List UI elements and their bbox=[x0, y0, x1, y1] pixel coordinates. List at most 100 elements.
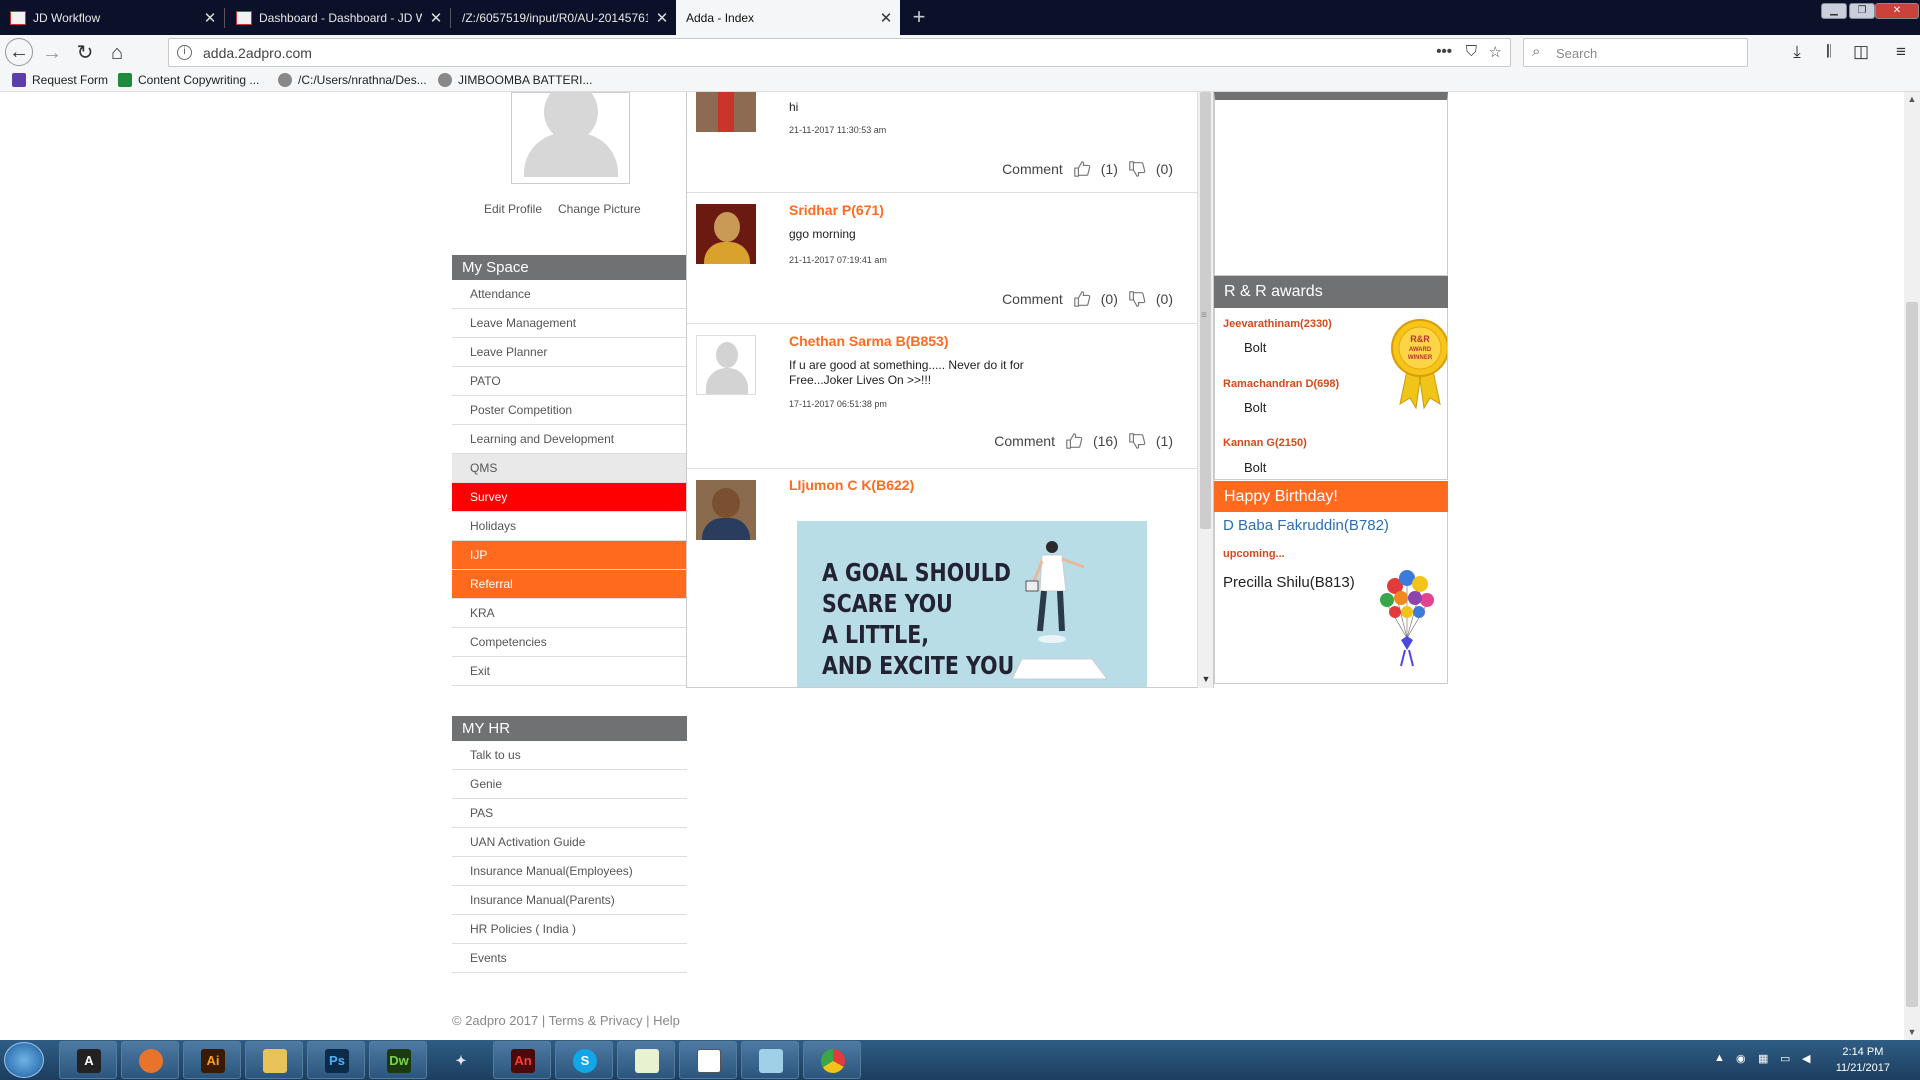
edit-profile-link[interactable]: Edit Profile bbox=[484, 202, 542, 216]
bookmark-jimboomba[interactable]: JIMBOOMBA BATTERI... bbox=[438, 73, 592, 87]
bookmark-star-icon[interactable]: ☆ bbox=[1489, 43, 1502, 61]
user-avatar[interactable] bbox=[696, 335, 756, 395]
menu-hamburger-icon[interactable]: ≡ bbox=[1887, 38, 1915, 66]
taskbar-explorer[interactable] bbox=[245, 1041, 303, 1079]
back-arrow-icon[interactable]: ← bbox=[5, 38, 33, 66]
taskbar-photoshop[interactable]: Ps bbox=[307, 1041, 365, 1079]
maximize-icon[interactable]: ❐ bbox=[1849, 3, 1875, 19]
feed-scrollbar[interactable]: ≡ ▼ bbox=[1197, 92, 1213, 688]
menu-qms[interactable]: QMS bbox=[452, 454, 687, 483]
menu-leave-management[interactable]: Leave Management bbox=[452, 309, 687, 338]
menu-events[interactable]: Events bbox=[452, 944, 687, 973]
activity-feed[interactable]: hi 21-11-2017 11:30:53 am Comment (1) (0… bbox=[686, 92, 1214, 688]
tab-jd-workflow[interactable]: JD Workflow ✕ bbox=[0, 0, 224, 35]
tray-chrome-icon[interactable]: ◉ bbox=[1736, 1052, 1750, 1066]
birthday-upcoming-name[interactable]: Precilla Shilu(B813) bbox=[1223, 574, 1355, 591]
menu-holidays[interactable]: Holidays bbox=[452, 512, 687, 541]
taskbar-animate[interactable]: An bbox=[493, 1041, 551, 1079]
scroll-down-arrow-icon[interactable]: ▼ bbox=[1904, 1027, 1920, 1037]
user-avatar[interactable] bbox=[696, 92, 756, 132]
menu-genie[interactable]: Genie bbox=[452, 770, 687, 799]
site-info-icon[interactable]: i bbox=[177, 45, 192, 60]
bookmark-request-form[interactable]: Request Form bbox=[12, 73, 108, 87]
page-scrollbar[interactable]: ▲ ▼ bbox=[1904, 92, 1920, 1040]
page-scroll-thumb[interactable] bbox=[1906, 302, 1918, 1007]
tab-file-path[interactable]: /Z:/6057519/input/R0/AU-20145761 ✕ bbox=[452, 0, 676, 35]
menu-poster-competition[interactable]: Poster Competition bbox=[452, 396, 687, 425]
rr-award-name[interactable]: Kannan G(2150) bbox=[1223, 437, 1307, 449]
close-icon[interactable]: ✕ bbox=[872, 9, 900, 27]
menu-survey[interactable]: Survey bbox=[452, 483, 687, 512]
address-bar[interactable]: i adda.2adpro.com ••• ⛉ ☆ bbox=[168, 38, 1511, 67]
thumbs-up-icon[interactable] bbox=[1073, 159, 1091, 179]
thumbs-up-icon[interactable] bbox=[1073, 289, 1091, 309]
scroll-down-arrow-icon[interactable]: ▼ bbox=[1198, 674, 1214, 684]
search-box[interactable]: ⌕ Search bbox=[1523, 38, 1748, 67]
post-author[interactable]: LIjumon C K(B622) bbox=[789, 477, 914, 493]
menu-insurance-parents[interactable]: Insurance Manual(Parents) bbox=[452, 886, 687, 915]
thumbs-down-icon[interactable] bbox=[1128, 289, 1146, 309]
bookmark-local-file[interactable]: /C:/Users/nrathna/Des... bbox=[278, 73, 427, 87]
page-actions-icon[interactable]: ••• bbox=[1436, 43, 1452, 60]
post-image[interactable]: A GOAL SHOULD SCARE YOU A LITTLE, AND EX… bbox=[797, 521, 1147, 687]
taskbar-xd[interactable]: ✦ bbox=[431, 1041, 489, 1079]
reload-icon[interactable]: ↻ bbox=[70, 38, 100, 68]
taskbar-clock[interactable]: 2:14 PM 11/21/2017 bbox=[1836, 1044, 1890, 1076]
tray-network-icon[interactable]: ▦ bbox=[1758, 1052, 1772, 1066]
tray-monitor-icon[interactable]: ▭ bbox=[1780, 1052, 1794, 1066]
menu-ijp[interactable]: IJP bbox=[452, 541, 687, 570]
close-icon[interactable]: ✕ bbox=[648, 9, 676, 27]
menu-attendance[interactable]: Attendance bbox=[452, 280, 687, 309]
rr-award-name[interactable]: Jeevarathinam(2330) bbox=[1223, 318, 1332, 330]
home-icon[interactable]: ⌂ bbox=[102, 38, 132, 68]
tab-dashboard[interactable]: Dashboard - Dashboard - JD Workflow ✕ bbox=[226, 0, 450, 35]
menu-learning-development[interactable]: Learning and Development bbox=[452, 425, 687, 454]
taskbar-firefox[interactable] bbox=[121, 1041, 179, 1079]
taskbar-skype[interactable]: S bbox=[555, 1041, 613, 1079]
taskbar-illustrator[interactable]: Ai bbox=[183, 1041, 241, 1079]
new-tab-icon[interactable]: + bbox=[905, 3, 933, 31]
birthday-today-name[interactable]: D Baba Fakruddin(B782) bbox=[1223, 517, 1389, 534]
pocket-icon[interactable]: ⛉ bbox=[1466, 43, 1477, 60]
menu-hr-policies[interactable]: HR Policies ( India ) bbox=[452, 915, 687, 944]
menu-competencies[interactable]: Competencies bbox=[452, 628, 687, 657]
menu-kra[interactable]: KRA bbox=[452, 599, 687, 628]
taskbar-chrome[interactable] bbox=[803, 1041, 861, 1079]
menu-uan-activation-guide[interactable]: UAN Activation Guide bbox=[452, 828, 687, 857]
terms-link[interactable]: Terms & Privacy bbox=[549, 1013, 643, 1028]
tray-expand-icon[interactable]: ▲ bbox=[1714, 1052, 1728, 1066]
close-icon[interactable]: ✕ bbox=[422, 9, 450, 27]
help-link[interactable]: Help bbox=[653, 1013, 680, 1028]
menu-leave-planner[interactable]: Leave Planner bbox=[452, 338, 687, 367]
post-author[interactable]: Chethan Sarma B(B853) bbox=[789, 333, 949, 349]
taskbar-app-a[interactable]: A bbox=[59, 1041, 117, 1079]
window-close-icon[interactable]: ✕ bbox=[1875, 3, 1919, 19]
taskbar-editor[interactable] bbox=[679, 1041, 737, 1079]
thumbs-up-icon[interactable] bbox=[1065, 431, 1083, 451]
url-text[interactable]: adda.2adpro.com bbox=[203, 45, 312, 61]
change-picture-link[interactable]: Change Picture bbox=[558, 202, 641, 216]
user-avatar[interactable] bbox=[696, 204, 756, 264]
windows-start-icon[interactable] bbox=[4, 1042, 44, 1078]
menu-insurance-employees[interactable]: Insurance Manual(Employees) bbox=[452, 857, 687, 886]
menu-pato[interactable]: PATO bbox=[452, 367, 687, 396]
scroll-up-arrow-icon[interactable]: ▲ bbox=[1904, 94, 1920, 104]
library-icon[interactable]: 𝄃 bbox=[1815, 38, 1843, 66]
close-icon[interactable]: ✕ bbox=[196, 9, 224, 27]
comment-link[interactable]: Comment bbox=[994, 433, 1055, 449]
rr-award-name[interactable]: Ramachandran D(698) bbox=[1223, 378, 1339, 390]
user-avatar[interactable] bbox=[696, 480, 756, 540]
comment-link[interactable]: Comment bbox=[1002, 291, 1063, 307]
comment-link[interactable]: Comment bbox=[1002, 161, 1063, 177]
tab-adda-index[interactable]: Adda - Index ✕ bbox=[676, 0, 900, 35]
sidebar-icon[interactable]: ◫ bbox=[1847, 38, 1875, 66]
menu-exit[interactable]: Exit bbox=[452, 657, 687, 686]
menu-referral[interactable]: Referral bbox=[452, 570, 687, 599]
bookmark-content-copywriting[interactable]: Content Copywriting ... bbox=[118, 73, 259, 87]
taskbar-notepad[interactable] bbox=[617, 1041, 675, 1079]
tray-volume-icon[interactable]: ◀ bbox=[1802, 1052, 1816, 1066]
download-icon[interactable]: ⤓ bbox=[1783, 38, 1811, 66]
thumbs-down-icon[interactable] bbox=[1128, 159, 1146, 179]
thumbs-down-icon[interactable] bbox=[1128, 431, 1146, 451]
menu-talk-to-us[interactable]: Talk to us bbox=[452, 741, 687, 770]
